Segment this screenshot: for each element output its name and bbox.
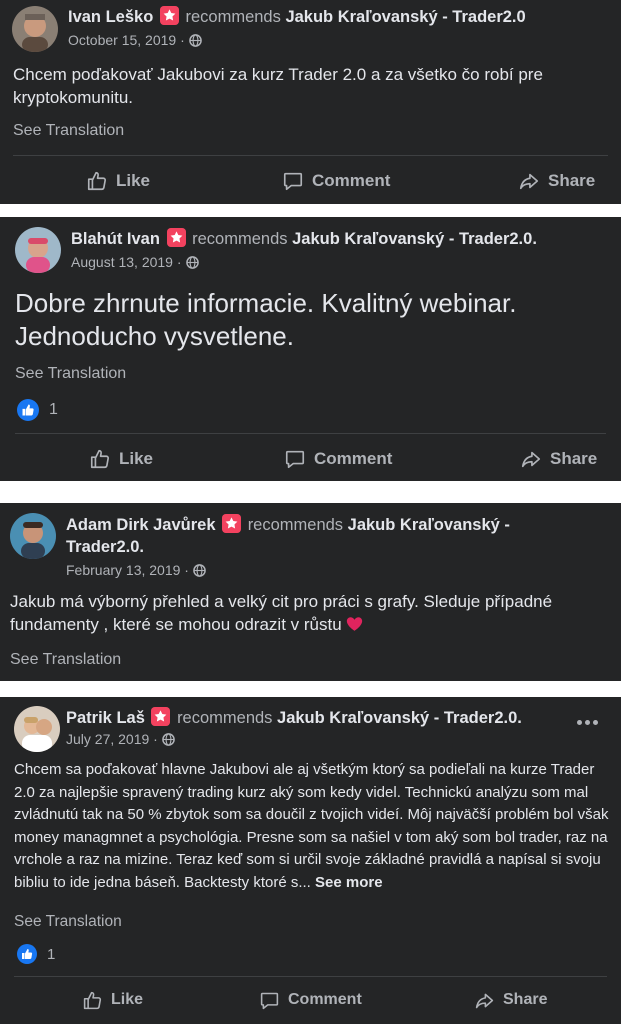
like-icon xyxy=(83,991,102,1009)
like-reaction-icon xyxy=(17,944,37,964)
post-card: Patrik Laš recommends Jakub Kraľovanský … xyxy=(0,697,621,1024)
comment-label: Comment xyxy=(288,991,362,1008)
like-reaction-icon xyxy=(17,399,39,421)
post-header: Ivan Leško recommends Jakub Kraľovanský … xyxy=(68,6,608,28)
globe-icon xyxy=(193,563,206,577)
action-bar: Like Comment Share xyxy=(0,978,621,1022)
post-date[interactable]: July 27, 2019 · xyxy=(66,731,158,747)
comment-icon xyxy=(260,992,279,1009)
comment-label: Comment xyxy=(314,449,393,468)
action-bar: Like Comment Share xyxy=(0,158,621,204)
see-translation-link[interactable]: See Translation xyxy=(15,365,126,383)
divider xyxy=(13,155,608,156)
post-text-content: Jakub má výborný přehled a velký cit pro… xyxy=(10,592,553,634)
more-options-icon[interactable] xyxy=(577,715,601,729)
globe-icon xyxy=(185,255,199,269)
see-translation-link[interactable]: See Translation xyxy=(13,122,124,140)
like-count: 1 xyxy=(47,945,56,963)
globe-icon xyxy=(162,732,175,746)
comment-label: Comment xyxy=(312,171,391,190)
like-icon xyxy=(90,449,110,469)
recommend-star-icon xyxy=(159,6,179,25)
avatar[interactable] xyxy=(15,227,61,273)
post-text: Chcem poďakovať Jakubovi za kurz Trader … xyxy=(13,65,543,107)
share-button[interactable]: Share xyxy=(520,436,597,482)
like-count: 1 xyxy=(49,401,58,418)
post-meta: July 27, 2019 · xyxy=(66,731,175,747)
avatar[interactable] xyxy=(10,513,56,559)
share-label: Share xyxy=(503,991,548,1008)
author-name[interactable]: Ivan Leško xyxy=(68,8,153,26)
post-card: Blahút Ivan recommends Jakub Kraľovanský… xyxy=(0,217,621,481)
post-meta: February 13, 2019 · xyxy=(66,562,206,578)
recommend-star-icon xyxy=(222,514,242,533)
post-card: Adam Dirk Javůrek recommends Jakub Kraľo… xyxy=(0,503,621,681)
author-name[interactable]: Blahút Ivan xyxy=(71,230,160,248)
post-date[interactable]: February 13, 2019 · xyxy=(66,562,189,578)
avatar[interactable] xyxy=(12,6,58,52)
action-bar: Like Comment Share xyxy=(0,436,621,482)
post-date[interactable]: October 15, 2019 · xyxy=(68,32,185,48)
author-name[interactable]: Patrik Laš xyxy=(66,709,145,727)
page-name[interactable]: Jakub Kraľovanský - Trader2.0. xyxy=(277,709,522,727)
recommends-label: recommends xyxy=(185,8,281,26)
page-name[interactable]: Jakub Kraľovanský - Trader2.0. xyxy=(292,230,537,248)
like-label: Like xyxy=(116,171,151,190)
share-button[interactable]: Share xyxy=(518,158,595,204)
recommends-label: recommends xyxy=(247,516,344,534)
recommends-label: recommends xyxy=(192,230,288,248)
divider xyxy=(15,433,606,434)
like-icon xyxy=(87,171,107,191)
post-text: Jakub má výborný přehled a velký cit pro… xyxy=(10,590,610,636)
comment-button[interactable]: Comment xyxy=(259,978,362,1022)
share-label: Share xyxy=(548,171,596,190)
author-name[interactable]: Adam Dirk Javůrek xyxy=(66,516,216,534)
see-translation-link[interactable]: See Translation xyxy=(14,913,122,931)
globe-icon xyxy=(188,33,202,47)
post-text-content: Chcem sa poďakovať hlavne Jakubovi ale a… xyxy=(14,761,609,891)
share-label: Share xyxy=(550,449,598,468)
comment-icon xyxy=(285,450,305,469)
page-name[interactable]: Jakub Kraľovanský - Trader2.0 xyxy=(285,8,525,26)
like-button[interactable]: Like xyxy=(89,436,153,482)
post-card: Ivan Leško recommends Jakub Kraľovanský … xyxy=(0,0,621,204)
avatar[interactable] xyxy=(14,706,60,752)
post-text: Chcem sa poďakovať hlavne Jakubovi ale a… xyxy=(14,759,609,894)
post-text: Dobre zhrnute informacie. Kvalitný webin… xyxy=(15,288,517,351)
share-icon xyxy=(519,173,539,190)
like-button[interactable]: Like xyxy=(82,978,143,1022)
recommend-star-icon xyxy=(166,228,186,247)
comment-button[interactable]: Comment xyxy=(284,436,392,482)
comment-button[interactable]: Comment xyxy=(282,158,390,204)
see-translation-link[interactable]: See Translation xyxy=(10,651,121,669)
post-header: Blahút Ivan recommends Jakub Kraľovanský… xyxy=(71,228,611,250)
post-date[interactable]: August 13, 2019 · xyxy=(71,254,182,270)
comment-icon xyxy=(283,172,303,191)
share-icon xyxy=(475,993,494,1008)
reaction-summary[interactable]: 1 xyxy=(17,399,58,421)
post-header: Adam Dirk Javůrek recommends Jakub Kraľo… xyxy=(66,514,561,558)
recommends-label: recommends xyxy=(177,709,273,727)
share-icon xyxy=(521,451,541,468)
post-meta: August 13, 2019 · xyxy=(71,254,199,270)
reaction-summary[interactable]: 1 xyxy=(17,944,55,964)
like-button[interactable]: Like xyxy=(86,158,150,204)
like-label: Like xyxy=(111,991,144,1008)
post-meta: October 15, 2019 · xyxy=(68,32,202,48)
see-more-link[interactable]: See more xyxy=(315,874,383,891)
recommend-star-icon xyxy=(151,707,171,726)
post-header: Patrik Laš recommends Jakub Kraľovanský … xyxy=(66,707,576,729)
heart-icon xyxy=(347,617,363,631)
divider xyxy=(14,976,607,977)
share-button[interactable]: Share xyxy=(474,978,547,1022)
like-label: Like xyxy=(119,449,154,468)
